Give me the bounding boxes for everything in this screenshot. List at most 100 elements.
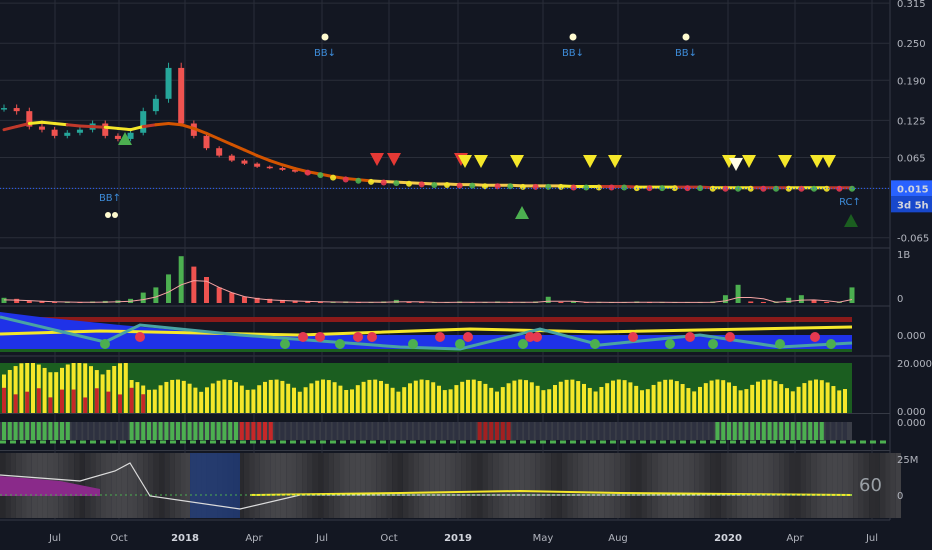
moving-average-line <box>53 122 69 127</box>
price-tick-label: 0.065 <box>897 153 926 164</box>
bottom-background-strip <box>763 453 769 518</box>
bottom-background-strip <box>848 453 854 518</box>
bottom-background-strip <box>344 453 350 518</box>
strength-bar <box>77 363 82 413</box>
bottom-background-strip <box>530 453 536 518</box>
sell-signal-triangle <box>510 155 524 168</box>
squeeze-bar <box>640 422 644 440</box>
squeeze-bar <box>819 422 824 440</box>
oscillator-sell-dot <box>353 332 363 342</box>
squeeze-bar <box>738 422 743 440</box>
moving-average-line <box>116 126 133 132</box>
strength-bar <box>616 379 621 413</box>
squeeze-bar <box>379 422 383 440</box>
price-candle <box>216 148 223 156</box>
squeeze-bar <box>831 422 836 440</box>
strength-bar <box>570 379 575 413</box>
strength-bar <box>709 380 714 413</box>
bottom-background-strip <box>418 453 424 518</box>
moving-average-line <box>65 123 82 128</box>
strength-bar <box>576 381 581 413</box>
volume-bar <box>824 301 830 303</box>
squeeze-bar <box>19 422 24 440</box>
strength-bar <box>309 383 314 413</box>
bb-marker-dot <box>321 33 329 41</box>
strength-bar <box>448 389 453 413</box>
squeeze-bar <box>112 422 117 440</box>
bottom-background-strip <box>249 453 255 518</box>
signal-dot <box>621 184 628 191</box>
squeeze-bar <box>663 422 668 440</box>
squeeze-bar <box>25 422 30 440</box>
bottom-background-strip <box>598 453 605 518</box>
moving-average-line <box>255 154 272 163</box>
bottom-background-strip <box>355 453 361 518</box>
squeeze-bar <box>222 422 227 440</box>
squeeze-bar <box>413 422 418 440</box>
bottom-background-strip <box>371 453 377 518</box>
volume-bar <box>760 301 766 303</box>
squeeze-bar <box>89 422 93 440</box>
bottom-background-strip <box>535 453 541 518</box>
squeeze-bar <box>570 422 575 440</box>
squeeze-bar <box>123 422 128 440</box>
oscillator-buy-dot <box>775 339 785 349</box>
squeeze-bar <box>216 422 221 440</box>
sell-signal-triangle <box>742 155 756 168</box>
bottom-background-strip <box>381 453 387 518</box>
strength-bar <box>727 382 731 413</box>
squeeze-bar <box>744 422 749 440</box>
bottom-background-strip <box>720 453 727 518</box>
bottom-background-strip <box>376 453 382 518</box>
squeeze-bar <box>547 422 552 440</box>
squeeze-bar <box>152 422 157 440</box>
chart-canvas[interactable]: 0.315 0.250 0.190 0.125 0.065 -0.065 BB↓ BB↓ BB↓… <box>0 0 932 550</box>
squeeze-bar <box>460 422 465 440</box>
squeeze-bar <box>802 422 807 440</box>
volume-bar <box>216 287 222 303</box>
strength-bar <box>582 383 586 413</box>
bottom-background-strip <box>121 453 128 518</box>
strength-bar <box>164 381 169 413</box>
strength-bar <box>785 388 789 413</box>
sell-signal-triangle <box>474 155 488 168</box>
bottom-background-strip <box>84 453 91 518</box>
strength-red-bar <box>2 387 6 413</box>
strength-bar <box>245 389 250 413</box>
strength-bar <box>686 388 691 413</box>
strength-bar <box>825 382 830 413</box>
strength-bar <box>506 383 511 413</box>
bottom-background-strip <box>583 453 589 518</box>
strength-bar <box>466 379 470 413</box>
strength-bar <box>408 383 412 413</box>
squeeze-bar <box>593 422 598 440</box>
squeeze-bar <box>390 422 395 440</box>
squeeze-bar <box>274 422 279 440</box>
bottom-background-strip <box>837 453 843 518</box>
strength-bar <box>54 372 59 413</box>
bottom-background-strip <box>742 453 748 518</box>
signal-dot <box>595 184 602 191</box>
squeeze-bar <box>77 422 82 440</box>
strength-bar <box>732 385 737 413</box>
signal-dot <box>317 172 324 179</box>
squeeze-bar <box>477 422 482 440</box>
squeeze-bar <box>448 422 453 440</box>
strength-bar <box>790 391 795 413</box>
time-axis-label: Aug <box>608 533 628 544</box>
sell-signal-triangle <box>729 158 743 171</box>
strength-red-bar <box>60 389 64 413</box>
strength-bar <box>152 389 157 413</box>
bottom-background-strip <box>816 453 822 518</box>
squeeze-bar <box>483 422 488 440</box>
oscillator-sell-dot <box>628 332 638 342</box>
strength-bar <box>199 391 204 413</box>
price-tick-label: 0.125 <box>897 116 926 127</box>
buy-signal-triangle <box>844 214 858 227</box>
moving-average-line <box>91 125 107 129</box>
squeeze-bar <box>512 422 517 440</box>
squeeze-bar <box>350 422 354 440</box>
bb-marker-dot <box>112 212 118 218</box>
oscillator-sell-dot <box>810 332 820 342</box>
last-price-label: 0.015 <box>897 184 929 195</box>
